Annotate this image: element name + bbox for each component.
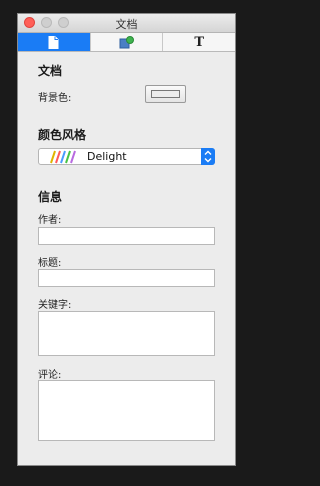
tab-document[interactable] — [18, 33, 91, 51]
popup-stepper[interactable] — [201, 148, 215, 165]
inspector-tabs: T — [18, 33, 235, 52]
chevron-updown-icon — [204, 150, 212, 163]
tab-style[interactable] — [91, 33, 164, 51]
title-label: 标题: — [38, 258, 62, 269]
background-color-swatch — [151, 90, 180, 98]
comments-label: 评论: — [38, 370, 62, 381]
text-icon: T — [194, 34, 205, 50]
inspector-window: 文档 T 文档 背景色: 颜色风格 Delight 信息 作者: 标题: 关键字… — [17, 13, 236, 466]
color-style-value: Delight — [87, 150, 127, 163]
title-field[interactable] — [38, 269, 215, 287]
color-style-heading: 颜色风格 — [38, 128, 87, 142]
background-color-label: 背景色: — [38, 93, 72, 104]
tab-text[interactable]: T — [163, 33, 235, 51]
document-icon — [48, 35, 59, 49]
author-label: 作者: — [38, 215, 62, 226]
info-heading: 信息 — [38, 190, 63, 204]
author-field[interactable] — [38, 227, 215, 245]
background-color-well[interactable] — [145, 85, 186, 103]
keywords-label: 关键字: — [38, 300, 72, 311]
keywords-field[interactable] — [38, 311, 215, 356]
title-bar[interactable]: 文档 — [18, 14, 235, 33]
color-style-popup[interactable]: Delight — [38, 148, 215, 165]
comments-field[interactable] — [38, 380, 215, 441]
shapes-icon — [119, 35, 134, 48]
document-heading: 文档 — [38, 64, 63, 78]
window-title: 文档 — [115, 18, 138, 31]
color-palette-icon — [50, 150, 76, 164]
